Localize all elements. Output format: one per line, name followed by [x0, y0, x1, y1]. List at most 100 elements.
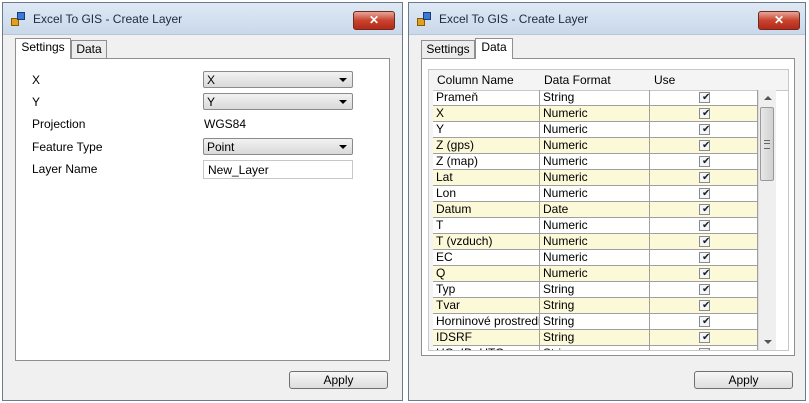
- table-row[interactable]: Y Numeric ✔: [433, 122, 758, 138]
- cell-use: ✔: [650, 234, 758, 250]
- cell-data-format[interactable]: Numeric: [540, 218, 650, 234]
- cell-column-name[interactable]: Lat: [433, 170, 540, 186]
- cell-column-name[interactable]: Prameň: [433, 90, 540, 106]
- scroll-up-icon[interactable]: [764, 96, 772, 100]
- title-bar[interactable]: Excel To GIS - Create Layer ✕: [3, 3, 402, 35]
- tab-settings[interactable]: Settings: [421, 40, 475, 58]
- cell-column-name[interactable]: EC: [433, 250, 540, 266]
- cell-column-name[interactable]: Horninové prostredie: [433, 314, 540, 330]
- cell-column-name[interactable]: Q: [433, 266, 540, 282]
- cell-column-name[interactable]: IDSRF: [433, 330, 540, 346]
- check-icon: ✔: [702, 92, 711, 103]
- use-checkbox[interactable]: ✔: [699, 156, 710, 167]
- cell-data-format[interactable]: String: [540, 282, 650, 298]
- cell-data-format[interactable]: Numeric: [540, 266, 650, 282]
- cell-use: ✔: [650, 218, 758, 234]
- cell-column-name[interactable]: Z (map): [433, 154, 540, 170]
- cell-column-name[interactable]: Datum: [433, 202, 540, 218]
- table-row[interactable]: Z (map) Numeric ✔: [433, 154, 758, 170]
- table-row[interactable]: X Numeric ✔: [433, 106, 758, 122]
- use-checkbox[interactable]: ✔: [699, 140, 710, 151]
- tab-settings[interactable]: Settings: [15, 38, 71, 59]
- cell-data-format[interactable]: Numeric: [540, 154, 650, 170]
- cell-data-format[interactable]: String: [540, 90, 650, 106]
- cell-data-format[interactable]: Numeric: [540, 186, 650, 202]
- use-checkbox[interactable]: ✔: [699, 252, 710, 263]
- use-checkbox[interactable]: ✔: [699, 108, 710, 119]
- cell-column-name[interactable]: T (vzduch): [433, 234, 540, 250]
- table-row[interactable]: T (vzduch) Numeric ✔: [433, 234, 758, 250]
- header-column-name[interactable]: Column Name: [437, 70, 514, 90]
- scroll-down-icon[interactable]: [764, 340, 772, 344]
- cell-data-format[interactable]: Numeric: [540, 106, 650, 122]
- cell-column-name[interactable]: X: [433, 106, 540, 122]
- columns-grid[interactable]: Column Name Data Format Use Prameň String…: [428, 69, 789, 351]
- table-row[interactable]: Datum Date ✔: [433, 202, 758, 218]
- tab-data[interactable]: Data: [71, 40, 107, 58]
- use-checkbox[interactable]: ✔: [699, 348, 710, 350]
- cell-column-name[interactable]: T: [433, 218, 540, 234]
- check-icon: ✔: [702, 220, 711, 231]
- title-bar[interactable]: Excel To GIS - Create Layer ✕: [409, 3, 805, 35]
- cell-data-format[interactable]: Numeric: [540, 170, 650, 186]
- feature-type-combo[interactable]: Point: [203, 138, 353, 155]
- scroll-thumb[interactable]: [760, 107, 774, 181]
- cell-data-format[interactable]: String: [540, 346, 650, 350]
- use-checkbox[interactable]: ✔: [699, 188, 710, 199]
- cell-data-format[interactable]: String: [540, 330, 650, 346]
- layer-name-value: New_Layer: [208, 163, 269, 177]
- cell-data-format[interactable]: String: [540, 298, 650, 314]
- settings-panel: X X Y Y Projection WGS84 Feature Type Po…: [15, 58, 390, 361]
- cell-column-name[interactable]: HG_ID_UTO: [433, 346, 540, 350]
- table-row[interactable]: HG_ID_UTOString ✔: [433, 346, 758, 350]
- table-row[interactable]: Prameň String ✔: [433, 90, 758, 106]
- cell-data-format[interactable]: Numeric: [540, 138, 650, 154]
- use-checkbox[interactable]: ✔: [699, 284, 710, 295]
- table-row[interactable]: Horninové prostredie String ✔: [433, 314, 758, 330]
- cell-use: ✔: [650, 186, 758, 202]
- table-row[interactable]: EC Numeric ✔: [433, 250, 758, 266]
- x-combo[interactable]: X: [203, 71, 353, 88]
- use-checkbox[interactable]: ✔: [699, 172, 710, 183]
- use-checkbox[interactable]: ✔: [699, 268, 710, 279]
- cell-use: ✔: [650, 202, 758, 218]
- tab-data[interactable]: Data: [475, 38, 513, 59]
- apply-button[interactable]: Apply: [289, 371, 388, 389]
- use-checkbox[interactable]: ✔: [699, 236, 710, 247]
- table-row[interactable]: T Numeric ✔: [433, 218, 758, 234]
- table-row[interactable]: Tvar String ✔: [433, 298, 758, 314]
- use-checkbox[interactable]: ✔: [699, 220, 710, 231]
- y-combo[interactable]: Y: [203, 93, 353, 110]
- table-row[interactable]: Lon Numeric ✔: [433, 186, 758, 202]
- cell-column-name[interactable]: Tvar: [433, 298, 540, 314]
- cell-column-name[interactable]: Z (gps): [433, 138, 540, 154]
- layer-name-field[interactable]: New_Layer: [203, 160, 353, 179]
- cell-column-name[interactable]: Lon: [433, 186, 540, 202]
- use-checkbox[interactable]: ✔: [699, 316, 710, 327]
- use-checkbox[interactable]: ✔: [699, 92, 710, 103]
- cell-column-name[interactable]: Y: [433, 122, 540, 138]
- use-checkbox[interactable]: ✔: [699, 204, 710, 215]
- use-checkbox[interactable]: ✔: [699, 332, 710, 343]
- table-row[interactable]: Typ String ✔: [433, 282, 758, 298]
- close-button[interactable]: ✕: [758, 11, 800, 30]
- table-row[interactable]: Q Numeric ✔: [433, 266, 758, 282]
- use-checkbox[interactable]: ✔: [699, 300, 710, 311]
- use-checkbox[interactable]: ✔: [699, 124, 710, 135]
- cell-data-format[interactable]: Date: [540, 202, 650, 218]
- cell-column-name[interactable]: Typ: [433, 282, 540, 298]
- close-button[interactable]: ✕: [353, 11, 395, 30]
- cell-data-format[interactable]: Numeric: [540, 234, 650, 250]
- header-data-format[interactable]: Data Format: [544, 70, 611, 90]
- apply-button[interactable]: Apply: [694, 371, 793, 389]
- header-use[interactable]: Use: [654, 70, 675, 90]
- table-row[interactable]: Lat Numeric ✔: [433, 170, 758, 186]
- cell-use: ✔: [650, 122, 758, 138]
- cell-use: ✔: [650, 138, 758, 154]
- cell-data-format[interactable]: Numeric: [540, 122, 650, 138]
- vertical-scrollbar[interactable]: [758, 90, 776, 350]
- table-row[interactable]: IDSRF String ✔: [433, 330, 758, 346]
- table-row[interactable]: Z (gps) Numeric ✔: [433, 138, 758, 154]
- cell-data-format[interactable]: String: [540, 314, 650, 330]
- cell-data-format[interactable]: Numeric: [540, 250, 650, 266]
